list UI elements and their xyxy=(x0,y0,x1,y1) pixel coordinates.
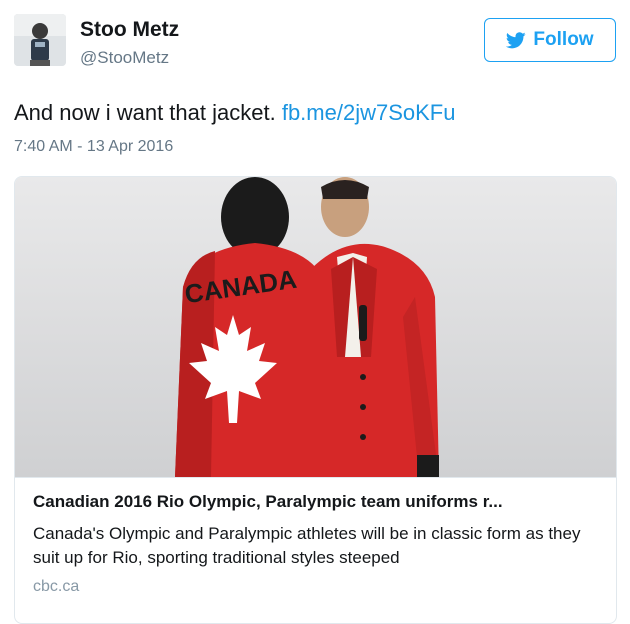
card-image[interactable]: CANADA xyxy=(15,177,616,477)
avatar[interactable] xyxy=(14,14,66,66)
follow-button-label: Follow xyxy=(533,29,594,50)
card-body[interactable]: Canadian 2016 Rio Olympic, Paralympic te… xyxy=(15,477,616,623)
card-title[interactable]: Canadian 2016 Rio Olympic, Paralympic te… xyxy=(33,492,598,512)
link-card[interactable]: CANADA Canadian 2016 Rio Olympic, Paraly… xyxy=(14,176,617,624)
tweet-text: And now i want that jacket. fb.me/2jw7So… xyxy=(14,100,455,126)
card-domain: cbc.ca xyxy=(33,578,80,595)
user-display-name[interactable]: Stoo Metz xyxy=(80,18,179,42)
tweet-timestamp[interactable]: 7:40 AM - 13 Apr 2016 xyxy=(14,138,173,156)
tweet-body: And now i want that jacket. xyxy=(14,100,276,125)
card-description: Canada's Olympic and Paralympic athletes… xyxy=(33,524,581,567)
follow-button[interactable]: Follow xyxy=(484,18,616,62)
twitter-bird-icon xyxy=(506,31,527,48)
user-handle[interactable]: @StooMetz xyxy=(80,48,169,68)
tweet-link[interactable]: fb.me/2jw7SoKFu xyxy=(282,100,456,125)
